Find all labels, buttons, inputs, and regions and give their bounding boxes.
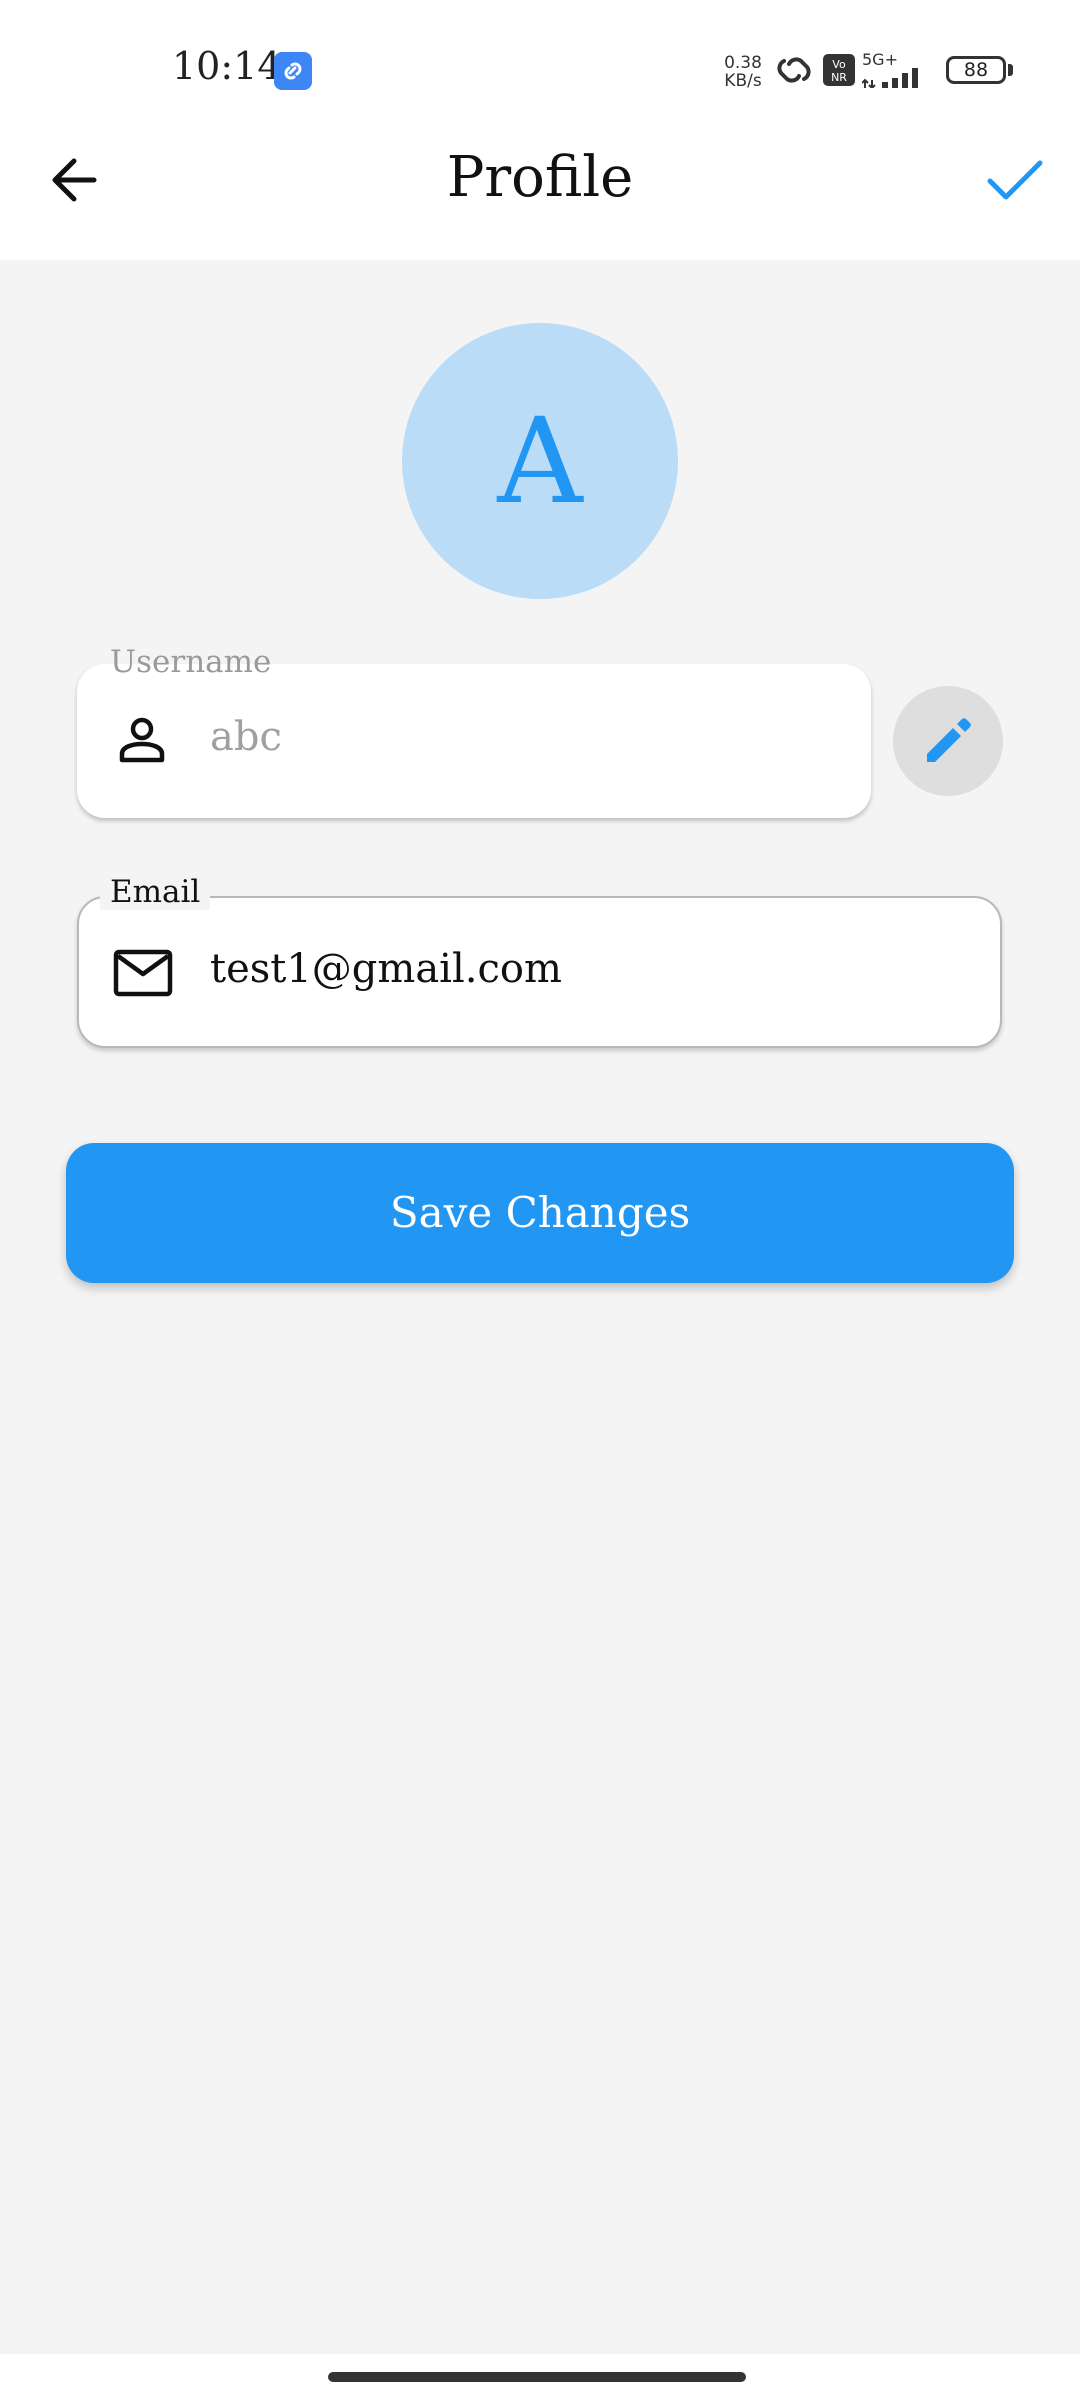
username-input[interactable]: abc — [210, 714, 282, 760]
check-icon — [987, 160, 1043, 200]
avatar: A — [402, 323, 678, 599]
username-field[interactable] — [77, 664, 871, 818]
svg-text:NR: NR — [831, 71, 847, 84]
status-time: 10:14 — [172, 44, 282, 88]
volte-text: Vo — [832, 58, 846, 71]
volte-icon: Vo NR — [823, 54, 855, 86]
email-input[interactable]: test1@gmail.com — [210, 946, 562, 992]
save-changes-button[interactable]: Save Changes — [66, 1143, 1014, 1283]
mail-icon — [113, 949, 173, 997]
save-changes-label: Save Changes — [389, 1188, 691, 1237]
back-button[interactable] — [42, 143, 112, 213]
link-icon — [274, 52, 312, 90]
username-label: Username — [110, 644, 272, 680]
network-speed-unit: KB/s — [724, 71, 762, 91]
avatar-initial: A — [497, 392, 583, 530]
pencil-icon — [927, 718, 971, 762]
network-speed: 0.38 KB/s — [720, 54, 766, 90]
arrow-left-icon — [52, 158, 97, 202]
person-icon — [119, 717, 165, 763]
battery-cap — [1008, 64, 1013, 76]
signal-strength-icon — [862, 68, 918, 88]
battery-level: 88 — [963, 59, 989, 81]
page-title: Profile — [446, 145, 634, 210]
hotspot-link-icon — [777, 57, 811, 83]
network-speed-value: 0.38 — [724, 53, 762, 73]
email-label: Email — [100, 874, 211, 910]
home-indicator[interactable] — [328, 2372, 746, 2382]
edit-username-button[interactable] — [893, 686, 1003, 796]
battery-icon: 88 — [946, 56, 1006, 84]
confirm-button[interactable] — [978, 143, 1052, 217]
